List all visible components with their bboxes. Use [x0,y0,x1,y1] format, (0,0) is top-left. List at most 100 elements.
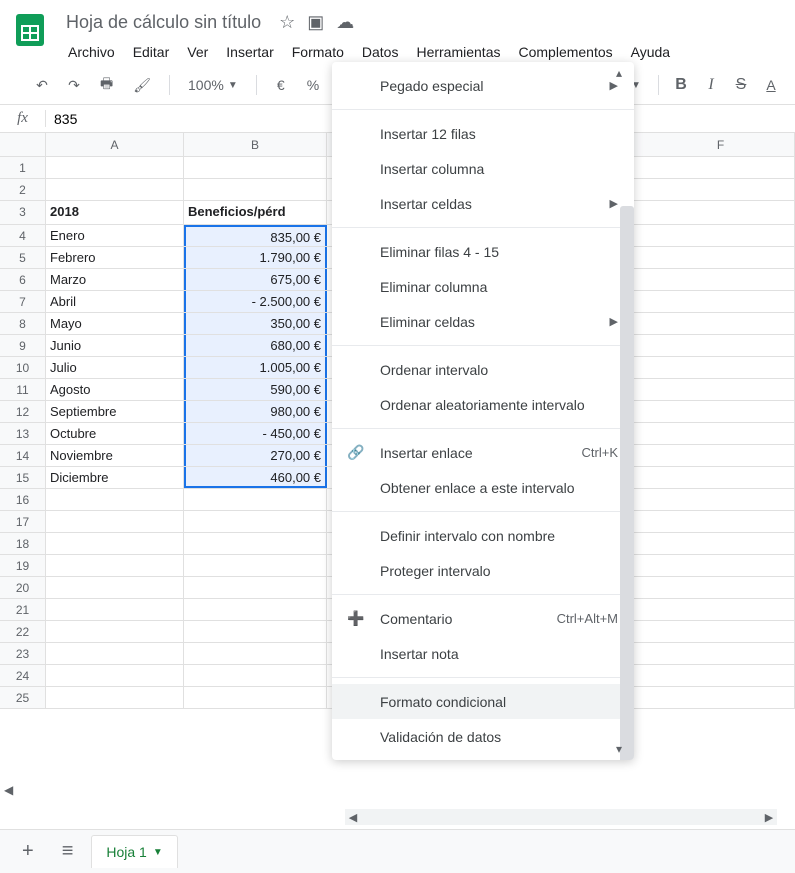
cell[interactable]: Septiembre [46,401,184,422]
menu-obtener-enlace[interactable]: Obtener enlace a este intervalo [332,470,634,505]
cell[interactable] [647,157,795,178]
menu-complementos[interactable]: Complementos [510,40,620,64]
cell[interactable] [647,665,795,686]
row-header[interactable]: 21 [0,599,46,620]
cell[interactable] [647,269,795,290]
menu-insertar-filas[interactable]: Insertar 12 filas [332,116,634,151]
column-header-b[interactable]: B [184,133,327,156]
cell[interactable]: 835,00 € [184,225,327,246]
cell[interactable] [46,687,184,708]
cell[interactable] [46,157,184,178]
cell[interactable] [46,489,184,510]
cell[interactable]: 1.790,00 € [184,247,327,268]
cell[interactable]: 675,00 € [184,269,327,290]
menu-eliminar-columna[interactable]: Eliminar columna [332,269,634,304]
menu-ordenar-aleatorio[interactable]: Ordenar aleatoriamente intervalo [332,387,634,422]
percent-button[interactable]: % [301,72,325,98]
horizontal-scrollbar[interactable]: ◀ ▶ [345,809,777,825]
hscroll-left-icon[interactable]: ◀ [4,783,13,797]
menu-eliminar-celdas[interactable]: Eliminar celdas▶ [332,304,634,339]
menu-ayuda[interactable]: Ayuda [623,40,678,64]
menu-insertar-enlace[interactable]: 🔗Insertar enlaceCtrl+K [332,435,634,470]
hscroll-left-icon[interactable]: ◀ [345,811,361,824]
cell[interactable] [647,179,795,200]
cell[interactable] [46,533,184,554]
cell[interactable]: - 450,00 € [184,423,327,444]
cell[interactable]: Febrero [46,247,184,268]
row-header[interactable]: 19 [0,555,46,576]
menu-insertar-columna[interactable]: Insertar columna [332,151,634,186]
print-button[interactable]: 🖶 [94,72,119,98]
cell[interactable] [184,621,327,642]
sheet-tab-hoja1[interactable]: Hoja 1 ▼ [91,835,177,868]
cell[interactable] [647,291,795,312]
menu-validacion-datos[interactable]: Validación de datos [332,719,634,754]
row-header[interactable]: 6 [0,269,46,290]
cell[interactable]: 590,00 € [184,379,327,400]
menu-scrollbar[interactable] [620,206,634,760]
menu-datos[interactable]: Datos [354,40,407,64]
cell[interactable] [647,379,795,400]
row-header[interactable]: 1 [0,157,46,178]
cell[interactable] [647,489,795,510]
cell[interactable] [184,157,327,178]
cell[interactable] [184,533,327,554]
currency-button[interactable]: € [269,72,293,98]
cell[interactable] [647,577,795,598]
menu-editar[interactable]: Editar [125,40,178,64]
cell[interactable] [46,179,184,200]
row-header[interactable]: 13 [0,423,46,444]
menu-eliminar-filas[interactable]: Eliminar filas 4 - 15 [332,234,634,269]
hscroll-right-icon[interactable]: ▶ [761,811,777,824]
cell[interactable] [647,247,795,268]
row-header[interactable]: 2 [0,179,46,200]
cell[interactable] [46,555,184,576]
cell[interactable]: 2018 [46,201,184,224]
cloud-icon[interactable]: ☁ [336,12,354,33]
cell[interactable]: Julio [46,357,184,378]
row-header[interactable]: 18 [0,533,46,554]
row-header[interactable]: 3 [0,201,46,224]
zoom-select[interactable]: 100% ▼ [182,77,244,93]
cell[interactable] [647,621,795,642]
menu-formato[interactable]: Formato [284,40,352,64]
column-header-a[interactable]: A [46,133,184,156]
cell[interactable]: Junio [46,335,184,356]
cell[interactable] [46,621,184,642]
cell[interactable] [647,445,795,466]
cell[interactable]: Marzo [46,269,184,290]
cell[interactable]: 980,00 € [184,401,327,422]
cell[interactable] [46,643,184,664]
cell[interactable] [184,643,327,664]
cell[interactable] [647,687,795,708]
cell[interactable]: Octubre [46,423,184,444]
row-header[interactable]: 4 [0,225,46,246]
cell[interactable] [184,665,327,686]
menu-pegado-especial[interactable]: Pegado especial▶ [332,68,634,103]
cell[interactable]: 1.005,00 € [184,357,327,378]
cell[interactable]: 350,00 € [184,313,327,334]
cell[interactable] [184,577,327,598]
row-header[interactable]: 15 [0,467,46,488]
chevron-down-icon[interactable]: ▼ [153,847,163,858]
row-header[interactable]: 17 [0,511,46,532]
move-icon[interactable]: ▣ [307,12,324,33]
row-header[interactable]: 14 [0,445,46,466]
menu-formato-condicional[interactable]: Formato condicional [332,684,634,719]
cell[interactable] [184,555,327,576]
document-title[interactable]: Hoja de cálculo sin título [60,10,267,35]
add-sheet-button[interactable]: + [12,834,44,869]
italic-button[interactable]: I [699,72,723,98]
cell[interactable]: Diciembre [46,467,184,488]
redo-button[interactable]: ↷ [62,72,86,98]
column-header-f[interactable]: F [647,133,795,156]
cell[interactable] [647,643,795,664]
cell[interactable]: 270,00 € [184,445,327,466]
cell[interactable] [46,577,184,598]
menu-ordenar-intervalo[interactable]: Ordenar intervalo [332,352,634,387]
cell[interactable] [46,511,184,532]
cell[interactable]: - 2.500,00 € [184,291,327,312]
sheets-logo[interactable] [8,8,52,52]
select-all-corner[interactable] [0,133,46,156]
cell[interactable]: 460,00 € [184,467,327,488]
